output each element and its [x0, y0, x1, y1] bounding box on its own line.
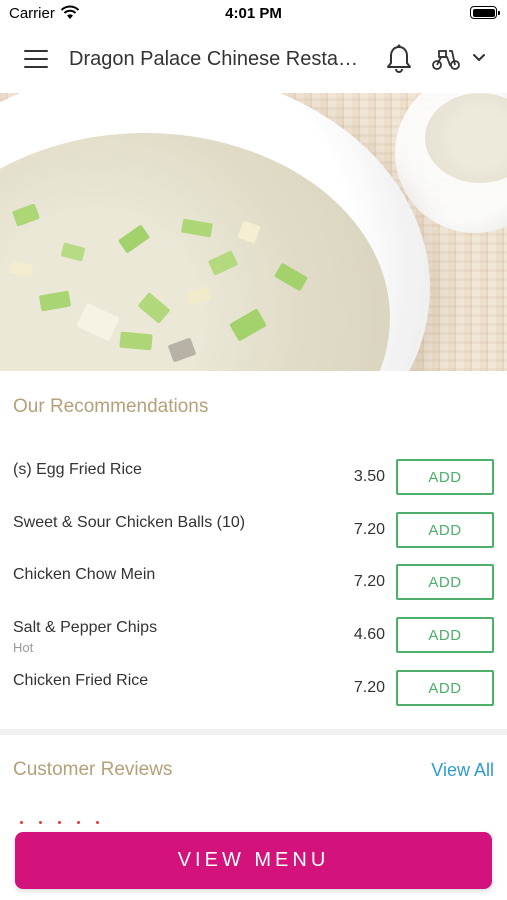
item-price: 7.20: [353, 678, 385, 696]
section-divider: [0, 729, 507, 735]
item-name: Chicken Fried Rice: [13, 671, 149, 689]
page-title: Dragon Palace Chinese Resta…: [69, 48, 359, 70]
rating-stars: [20, 811, 115, 829]
add-button[interactable]: ADD: [396, 459, 494, 495]
reviews-title: Customer Reviews: [13, 759, 173, 780]
hero-overlay: [0, 93, 507, 371]
star-icon: [77, 821, 80, 824]
add-button[interactable]: ADD: [396, 616, 494, 653]
item-name: (s) Egg Fried Rice: [13, 461, 142, 478]
item-price: 4.60: [353, 625, 385, 643]
scooter-icon[interactable]: [431, 47, 461, 71]
bell-icon[interactable]: [385, 43, 413, 75]
add-button[interactable]: ADD: [396, 564, 494, 600]
item-price: 3.50: [353, 468, 385, 485]
list-item: (s) Egg Fried Rice 3.50 ADD: [0, 450, 507, 502]
item-price: 7.20: [353, 520, 385, 538]
star-icon: [39, 821, 42, 824]
hero-image: [0, 93, 507, 371]
battery-icon: [470, 6, 500, 19]
list-item: Chicken Fried Rice 7.20 ADD: [0, 661, 507, 713]
item-name: Salt & Pepper Chips: [13, 618, 158, 636]
item-name: Chicken Chow Mein: [13, 566, 156, 583]
item-subtitle: Hot: [13, 639, 34, 655]
star-icon: [20, 821, 23, 824]
item-price: 7.20: [353, 573, 385, 590]
list-item: Salt & Pepper Chips Hot 4.60 ADD: [0, 608, 507, 660]
list-item: Chicken Chow Mein 7.20 ADD: [0, 555, 507, 607]
star-icon: [96, 821, 99, 824]
list-item: Sweet & Sour Chicken Balls (10) 7.20 ADD: [0, 503, 507, 555]
add-button[interactable]: ADD: [396, 511, 494, 548]
star-icon: [58, 821, 61, 824]
item-name: Sweet & Sour Chicken Balls (10): [13, 513, 246, 531]
chevron-down-icon[interactable]: [472, 53, 486, 63]
add-button[interactable]: ADD: [396, 669, 494, 706]
app-header: Dragon Palace Chinese Resta…: [0, 26, 507, 93]
view-menu-button[interactable]: VIEW MENU: [15, 832, 492, 889]
recommendations-title: Our Recommendations: [13, 396, 209, 417]
view-all-link[interactable]: View All: [431, 760, 494, 781]
status-bar: Carrier 4:01 PM: [0, 0, 507, 26]
menu-icon[interactable]: [24, 50, 48, 68]
status-time: 4:01 PM: [225, 5, 282, 22]
